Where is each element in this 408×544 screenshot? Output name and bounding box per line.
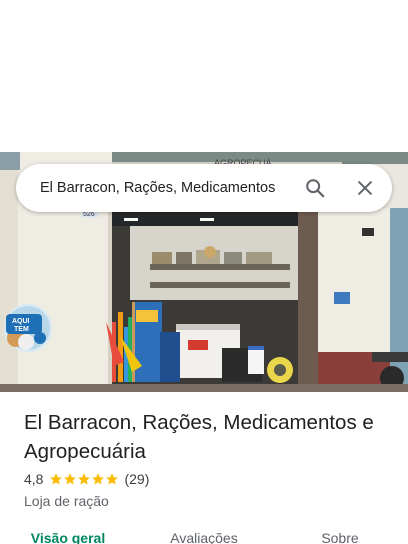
sticker-text-line2: TEM xyxy=(14,326,29,333)
search-query-text[interactable]: El Barracon, Rações, Medicamentos xyxy=(40,180,295,196)
sticker-text-line1: AQUI xyxy=(12,318,30,325)
place-page: AGROPECUÁ 526 AQUI TEM El Barracon, Raçõ… xyxy=(0,0,408,544)
search-bar[interactable]: El Barracon, Rações, Medicamentos xyxy=(16,164,392,212)
close-icon[interactable] xyxy=(345,168,385,208)
star-icon xyxy=(106,473,119,485)
place-title: El Barracon, Rações, Medicamentos e Agro… xyxy=(24,411,374,463)
star-icon xyxy=(92,473,105,485)
star-icon xyxy=(64,473,77,485)
star-icon xyxy=(50,473,63,485)
tab-reviews[interactable]: Avaliações xyxy=(136,530,272,544)
place-category: Loja de ração xyxy=(24,493,109,509)
place-tabs: Visão geral Avaliações Sobre xyxy=(0,530,408,544)
tab-about[interactable]: Sobre xyxy=(272,530,408,544)
search-icon[interactable] xyxy=(295,168,335,208)
rating-row[interactable]: 4,8 (29) xyxy=(24,471,149,487)
house-number: 526 xyxy=(83,211,95,218)
star-icon xyxy=(78,473,91,485)
tab-overview[interactable]: Visão geral xyxy=(0,530,136,544)
rating-stars xyxy=(49,472,119,486)
rating-value: 4,8 xyxy=(24,471,44,487)
reviews-count[interactable]: (29) xyxy=(124,471,149,487)
